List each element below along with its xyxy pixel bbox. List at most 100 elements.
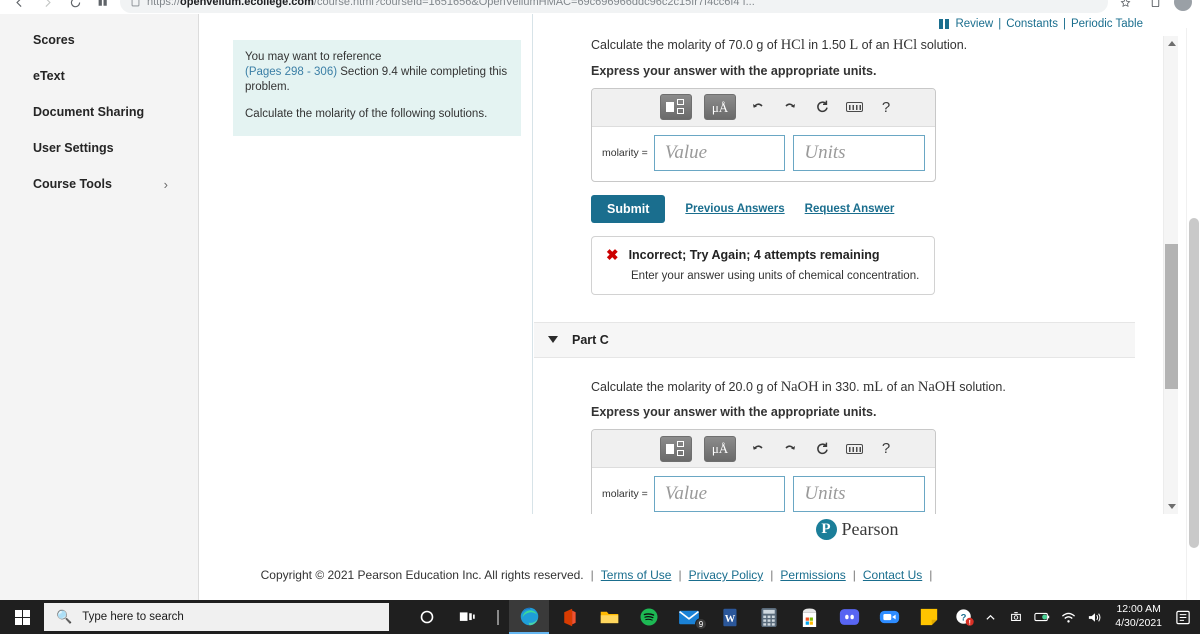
constants-link[interactable]: Constants [1006, 18, 1058, 30]
part-c-answer-toolbar: μÅ ? [592, 430, 935, 469]
sidebar-item-label: User Settings [33, 141, 114, 155]
undo-icon[interactable] [748, 95, 768, 119]
value-input[interactable]: Value [653, 476, 786, 513]
task-view-icon[interactable] [447, 600, 487, 634]
office-icon[interactable] [549, 600, 589, 634]
calculator-icon[interactable] [749, 600, 789, 634]
search-icon: 🔍 [56, 609, 73, 624]
template-glyph-icon [666, 99, 686, 115]
redo-icon[interactable] [780, 95, 800, 119]
separator: | [678, 568, 682, 582]
template-picker-button[interactable] [660, 435, 692, 462]
separator: | [590, 568, 594, 582]
periodic-table-link[interactable]: Periodic Table [1071, 18, 1143, 30]
action-center-icon[interactable] [1170, 600, 1196, 634]
sidebar-item-scores[interactable]: Scores [0, 22, 198, 58]
q-formula-2: HCl [892, 37, 918, 53]
course-sidebar: Scores eText Document Sharing User Setti… [0, 14, 199, 600]
onedrive-icon[interactable] [1003, 600, 1029, 634]
feedback-detail: Enter your answer using units of chemica… [631, 269, 920, 282]
mail-icon[interactable]: 9 [669, 600, 709, 634]
reference-pages-link[interactable]: (Pages 298 - 306) [245, 66, 337, 78]
permissions-link[interactable]: Permissions [780, 568, 845, 582]
windows-start-icon[interactable] [0, 600, 44, 634]
screen-root: https://openvellum.ecollege.com/course.h… [0, 0, 1200, 634]
q-formula-1: HCl [780, 37, 805, 53]
show-hidden-icons-icon[interactable] [977, 600, 1003, 634]
sidebar-item-course-tools[interactable]: Course Tools › [0, 166, 198, 202]
help-button[interactable]: ? [876, 437, 896, 461]
separator: | [852, 568, 856, 582]
submit-button[interactable]: Submit [591, 194, 666, 223]
file-explorer-icon[interactable] [589, 600, 629, 634]
book-icon [939, 19, 950, 29]
undo-icon[interactable] [748, 437, 768, 461]
microsoft-store-icon[interactable] [789, 600, 829, 634]
scrollbar-thumb[interactable] [1165, 244, 1178, 389]
wifi-icon[interactable] [1055, 600, 1081, 634]
contact-us-link[interactable]: Contact Us [863, 568, 922, 582]
reference-line1: You may want to reference [245, 51, 382, 63]
part-c-question: Calculate the molarity of 20.0 g of NaOH… [591, 378, 1163, 398]
keyboard-icon[interactable] [844, 95, 864, 119]
q-post: solution. [955, 379, 1006, 394]
cortana-circle-icon[interactable] [407, 600, 447, 634]
search-input[interactable]: 🔍 Type here to search [44, 603, 389, 631]
part-c-header[interactable]: Part C [534, 321, 1135, 358]
units-input[interactable]: Units [793, 134, 925, 171]
incorrect-x-icon: ✖ [606, 246, 619, 264]
page-scrollbar[interactable] [1186, 28, 1200, 614]
back-arrow-icon[interactable] [8, 0, 30, 13]
discord-icon[interactable] [829, 600, 869, 634]
reference-text: You may want to reference (Pages 298 - 30… [245, 50, 509, 96]
units-input[interactable]: Units [793, 476, 925, 513]
separator: | [1062, 18, 1066, 30]
reset-icon[interactable] [812, 437, 832, 461]
scroll-up-arrow-icon[interactable] [1164, 36, 1179, 51]
keyboard-icon[interactable] [844, 437, 864, 461]
collections-icon[interactable] [1144, 0, 1166, 13]
previous-answers-link[interactable]: Previous Answers [685, 203, 784, 215]
taskbar-clock[interactable]: 12:00 AM 4/30/2021 [1107, 603, 1170, 630]
zoom-icon[interactable] [869, 600, 909, 634]
part-c-instruction: Express your answer with the appropriate… [591, 405, 877, 420]
redo-icon[interactable] [780, 437, 800, 461]
sidebar-item-etext[interactable]: eText [0, 58, 198, 94]
collapse-caret-icon[interactable] [548, 336, 558, 344]
reload-icon[interactable] [64, 0, 86, 13]
reference-line3: Calculate the molarity of the following … [245, 107, 488, 120]
tab-groups-icon[interactable] [92, 0, 114, 13]
address-bar[interactable]: https://openvellum.ecollege.com/course.h… [120, 0, 1108, 13]
favorites-icon[interactable] [1114, 0, 1136, 13]
sticky-notes-icon[interactable] [909, 600, 949, 634]
sidebar-item-user-settings[interactable]: User Settings [0, 130, 198, 166]
q-unit: mL [863, 378, 884, 395]
page-body: Scores eText Document Sharing User Setti… [0, 14, 1200, 614]
request-answer-link[interactable]: Request Answer [805, 203, 895, 215]
part-c-title: Part C [572, 332, 609, 347]
sidebar-item-document-sharing[interactable]: Document Sharing [0, 94, 198, 130]
scroll-down-arrow-icon[interactable] [1164, 499, 1179, 514]
profile-avatar-icon[interactable] [1174, 0, 1192, 11]
battery-icon[interactable] [1029, 600, 1055, 634]
units-button[interactable]: μÅ [704, 94, 736, 121]
units-button[interactable]: μÅ [704, 435, 736, 462]
windows-taskbar: 🔍 Type here to search 9 W ? ! 12:00 AM 4… [0, 600, 1200, 634]
forward-arrow-icon[interactable] [36, 0, 58, 13]
terms-of-use-link[interactable]: Terms of Use [601, 568, 672, 582]
edge-icon[interactable] [509, 600, 549, 634]
word-icon[interactable]: W [709, 600, 749, 634]
problem-scrollbar[interactable] [1163, 36, 1178, 514]
value-input[interactable]: Value [653, 134, 786, 171]
spotify-icon[interactable] [629, 600, 669, 634]
page-scrollbar-thumb[interactable] [1189, 218, 1199, 548]
help-alert-icon[interactable]: ?! [951, 600, 977, 634]
help-button[interactable]: ? [876, 95, 896, 119]
review-link[interactable]: Review [955, 18, 993, 30]
template-picker-button[interactable] [660, 94, 692, 121]
volume-icon[interactable] [1081, 600, 1107, 634]
q-pre: Calculate the molarity of 20.0 g of [591, 379, 781, 394]
reset-icon[interactable] [812, 95, 832, 119]
privacy-policy-link[interactable]: Privacy Policy [689, 568, 764, 582]
q-formula-2: NaOH [917, 378, 956, 395]
